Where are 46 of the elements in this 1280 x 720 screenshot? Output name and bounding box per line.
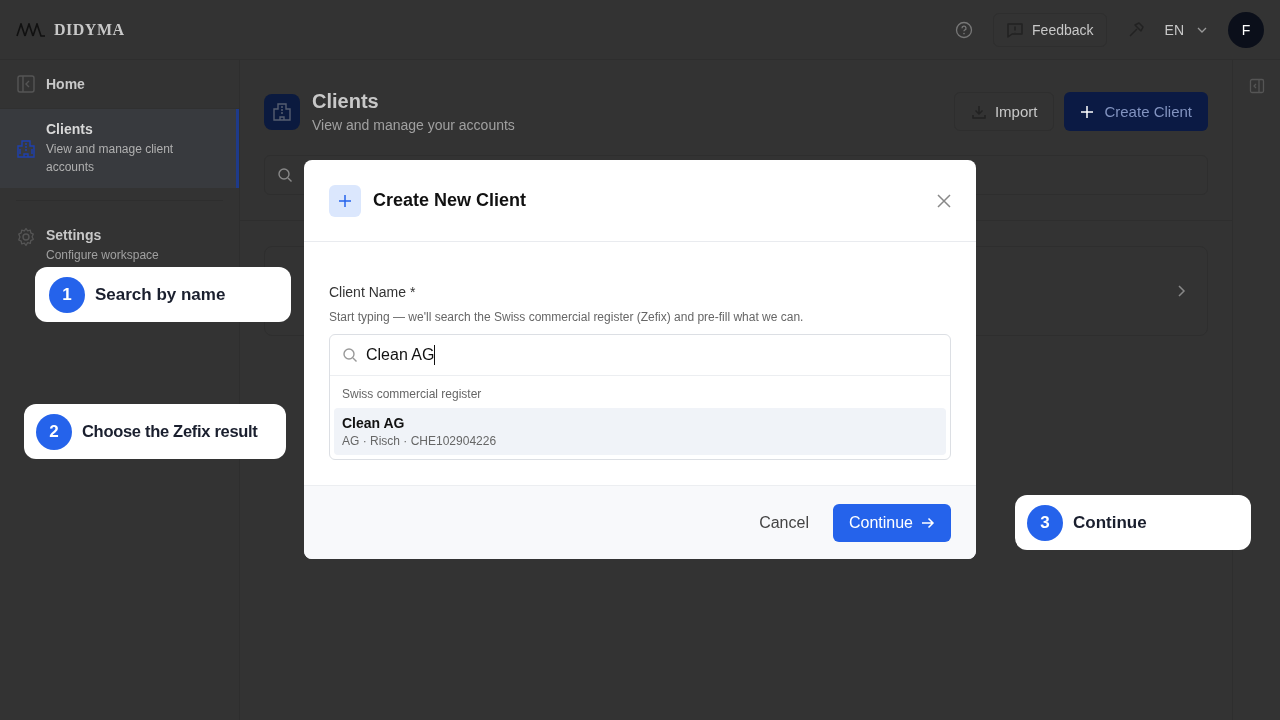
step-number: 2	[36, 413, 72, 450]
nav-label: Home	[46, 76, 85, 92]
arrow-right-icon	[921, 516, 935, 529]
user-avatar[interactable]: F	[1228, 11, 1264, 48]
step-text: Search by name	[95, 284, 226, 305]
search-result[interactable]: Clean AG AG · Risch · CHE102904226	[334, 408, 946, 455]
results-group-label: Swiss commercial register	[341, 386, 483, 403]
sidebar-item[interactable]: Settings Configure workspace	[0, 221, 239, 270]
building-icon	[264, 93, 300, 130]
create-client-button[interactable]: Create Client	[1064, 92, 1208, 131]
help-icon[interactable]	[955, 20, 974, 39]
client-name-field[interactable]: Clean AG	[330, 335, 950, 376]
chevron-down-icon	[1196, 25, 1208, 34]
page-subtitle: View and manage your accounts	[312, 117, 515, 133]
building-icon	[16, 138, 36, 159]
nav-label: Clients	[46, 121, 94, 137]
nav-label: Settings	[46, 227, 103, 243]
import-button[interactable]: Import	[953, 92, 1055, 131]
language-selector[interactable]: EN	[1164, 21, 1208, 38]
page-title: Clients	[312, 90, 380, 113]
field-label: Client Name *	[329, 284, 417, 300]
logo-icon	[16, 22, 46, 37]
result-name: Clean AG	[342, 415, 406, 431]
step-number: 3	[1027, 504, 1063, 541]
logo-text: DIDYMA	[54, 20, 125, 39]
panel-icon[interactable]	[1248, 78, 1265, 94]
search-icon	[277, 167, 293, 183]
search-icon	[342, 347, 358, 363]
plus-icon	[329, 184, 361, 217]
collapse-sidebar-icon	[16, 74, 36, 94]
chevron-right-icon	[1177, 284, 1187, 298]
result-details: AG · Risch · CHE102904226	[342, 434, 498, 448]
field-hint: Start typing — we'll search the Swiss commercial register (Zefix) and pre-fill what we can.	[329, 310, 805, 324]
step-number: 1	[49, 276, 85, 313]
step-text: Choose the Zefix result	[82, 422, 258, 441]
gear-icon	[16, 227, 36, 247]
cancel-button[interactable]: Cancel	[753, 505, 815, 540]
feedback-button[interactable]: Feedback	[993, 12, 1107, 47]
nav-description: Configure workspace	[46, 247, 160, 264]
plus-icon	[1080, 104, 1095, 119]
close-icon[interactable]	[937, 193, 951, 208]
step-text: Continue	[1073, 512, 1147, 533]
dialog-title: Create New Client	[373, 190, 528, 211]
continue-button[interactable]: Continue	[832, 503, 951, 542]
nav-description: View and manage client accounts	[46, 141, 175, 176]
sidebar-item[interactable]: Clients View and manage client accounts	[0, 109, 239, 188]
